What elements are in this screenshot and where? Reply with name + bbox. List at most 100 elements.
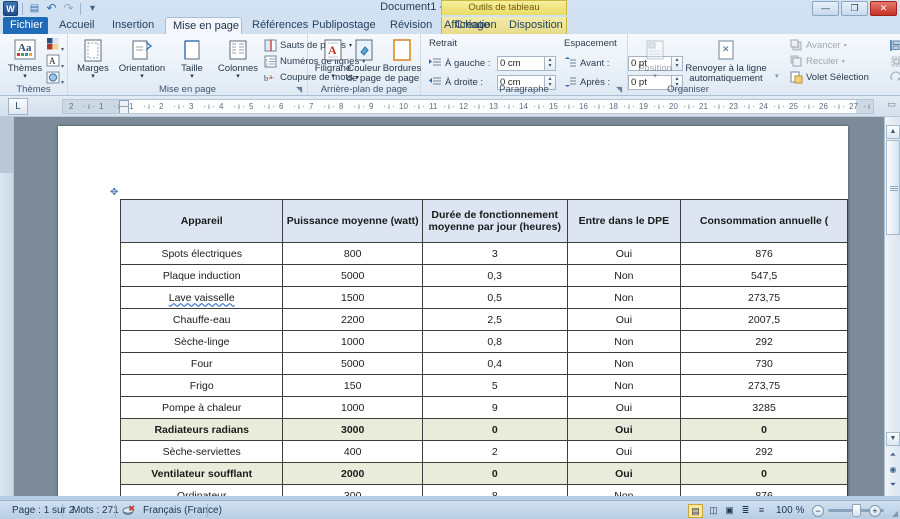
scroll-thumb[interactable] <box>886 140 900 235</box>
table-cell[interactable]: Oui <box>566 462 682 485</box>
close-button[interactable]: ✕ <box>870 1 897 16</box>
table-cell[interactable]: Four <box>119 352 284 375</box>
restore-button[interactable]: ❐ <box>841 1 868 16</box>
table-cell[interactable]: Spots électriques <box>119 242 284 265</box>
col-header-dpe[interactable]: Entre dans le DPE <box>566 199 682 243</box>
table-cell[interactable]: Plaque induction <box>119 264 284 287</box>
table-cell[interactable]: 0 <box>421 418 568 441</box>
col-header-consommation[interactable]: Consommation annuelle ( <box>680 199 848 243</box>
table-row[interactable]: Chauffe-eau 2200 2,5 Oui 2007,5 <box>119 308 848 331</box>
theme-colors-button[interactable]: ▾ <box>46 37 64 54</box>
table-cell[interactable]: 5000 <box>282 352 423 375</box>
table-row[interactable]: Ordinateur 300 8 Non 876 <box>119 484 848 496</box>
table-cell[interactable]: Oui <box>566 440 682 463</box>
table-cell[interactable]: 0 <box>680 418 848 441</box>
table-cell[interactable]: 3 <box>421 242 568 265</box>
table-row[interactable]: Ventilateur soufflant 2000 0 Oui 0 <box>119 462 848 485</box>
theme-fonts-button[interactable]: A ▾ <box>46 54 64 71</box>
hanging-indent-marker[interactable] <box>119 106 129 113</box>
align-button[interactable]: Aligner ▾ <box>890 39 900 52</box>
table-row[interactable]: Radiateurs radians 3000 0 Oui 0 <box>119 418 848 441</box>
view-web-layout-button[interactable]: ▣ <box>722 504 737 518</box>
table-cell[interactable]: Lave vaisselle <box>119 286 284 309</box>
table-cell[interactable]: Oui <box>566 308 682 331</box>
col-header-puissance[interactable]: Puissance moyenne (watt) <box>282 199 423 243</box>
table-row[interactable]: Sèche-serviettes 400 2 Oui 292 <box>119 440 848 463</box>
margins-button[interactable]: Marges ▾ <box>70 36 116 80</box>
table-row[interactable]: Frigo 150 5 Non 273,75 <box>119 374 848 397</box>
table-row[interactable]: Sèche-linge 1000 0,8 Non 292 <box>119 330 848 353</box>
position-button[interactable]: Position ▾ <box>632 36 678 80</box>
page-setup-dialog-launcher[interactable]: ◥ <box>296 85 305 94</box>
table-cell[interactable]: 300 <box>282 484 423 496</box>
table-cell[interactable]: 547,5 <box>680 264 848 287</box>
table-cell[interactable]: Ordinateur <box>119 484 284 496</box>
proofing-errors-icon[interactable] <box>122 504 136 517</box>
table-cell[interactable]: Oui <box>566 396 682 419</box>
table-cell[interactable]: Ventilateur soufflant <box>119 462 284 485</box>
indent-left-input[interactable] <box>497 56 545 71</box>
scroll-up-button[interactable]: ▲ <box>886 125 900 139</box>
zoom-in-button[interactable]: + <box>869 505 881 517</box>
table-cell[interactable]: 2007,5 <box>680 308 848 331</box>
table-cell[interactable]: Oui <box>566 242 682 265</box>
bring-forward-button[interactable]: Avancer ▾ <box>790 39 847 52</box>
table-cell[interactable]: 0,8 <box>421 330 568 353</box>
tab-stop-selector[interactable]: L <box>8 98 28 115</box>
col-header-duree[interactable]: Durée de fonctionnement moyenne par jour… <box>421 199 568 243</box>
table-cell[interactable]: 400 <box>282 440 423 463</box>
table-cell[interactable]: 273,75 <box>680 374 848 397</box>
send-backward-button[interactable]: Reculer ▾ <box>790 55 845 68</box>
table-cell[interactable]: 1000 <box>282 396 423 419</box>
table-cell[interactable]: 3285 <box>680 396 848 419</box>
table-cell[interactable]: 876 <box>680 242 848 265</box>
horizontal-ruler[interactable]: 2 · ı · 1 · ı · 1 · ı · 2 · ı · 3 · ı · 4 · ı · 5 · ı… <box>62 99 874 114</box>
resize-grip-icon[interactable]: ◢ <box>892 509 898 518</box>
table-cell[interactable]: 273,75 <box>680 286 848 309</box>
tab-accueil[interactable]: Accueil <box>52 17 101 34</box>
themes-chevron-down-icon[interactable]: ▾ <box>2 73 48 80</box>
table-cell[interactable]: 0,3 <box>421 264 568 287</box>
table-cell[interactable]: 2 <box>421 440 568 463</box>
table-cell[interactable]: 2,5 <box>421 308 568 331</box>
col-header-appareil[interactable]: Appareil <box>119 199 284 243</box>
document-page[interactable]: ✥ Appareil Puissance moyenne (watt) Duré… <box>58 126 848 496</box>
table-cell[interactable]: 0,4 <box>421 352 568 375</box>
table-cell[interactable]: 150 <box>282 374 423 397</box>
size-chevron-down-icon[interactable]: ▾ <box>169 73 215 80</box>
tab-mise-en-page[interactable]: Mise en page <box>165 17 242 34</box>
tab-revision[interactable]: Révision <box>383 17 439 34</box>
rotate-button[interactable]: Rotation ▾ <box>890 71 900 84</box>
scroll-down-button[interactable]: ▼ <box>886 432 900 446</box>
status-page[interactable]: Page : 1 sur 2 <box>12 504 74 517</box>
zoom-out-button[interactable]: − <box>812 505 824 517</box>
table-cell[interactable]: 5000 <box>282 264 423 287</box>
size-button[interactable]: Taille ▾ <box>169 36 215 80</box>
table-cell[interactable]: Non <box>566 286 682 309</box>
table-row[interactable]: Spots électriques 800 3 Oui 876 <box>119 242 848 265</box>
table-row[interactable]: Four 5000 0,4 Non 730 <box>119 352 848 375</box>
columns-chevron-down-icon[interactable]: ▾ <box>215 73 261 80</box>
table-row[interactable]: Pompe à chaleur 1000 9 Oui 3285 <box>119 396 848 419</box>
selection-pane-button[interactable]: Volet Sélection <box>790 71 869 84</box>
table-cell[interactable]: Chauffe-eau <box>119 308 284 331</box>
table-cell[interactable]: Non <box>566 330 682 353</box>
table-row[interactable]: Plaque induction 5000 0,3 Non 547,5 <box>119 264 848 287</box>
status-language[interactable]: Français (France) <box>143 504 222 517</box>
table-cell[interactable]: 1500 <box>282 286 423 309</box>
table-cell[interactable]: Sèche-serviettes <box>119 440 284 463</box>
table-cell[interactable]: 8 <box>421 484 568 496</box>
table-cell[interactable]: Sèche-linge <box>119 330 284 353</box>
bring-forward-chevron-down-icon[interactable]: ▾ <box>844 42 847 49</box>
table-cell[interactable]: Radiateurs radians <box>119 418 284 441</box>
table-cell[interactable]: 0,5 <box>421 286 568 309</box>
margins-chevron-down-icon[interactable]: ▾ <box>70 73 116 80</box>
minimize-button[interactable]: — <box>812 1 839 16</box>
zoom-level-label[interactable]: 100 % <box>776 504 804 517</box>
table-cell[interactable]: 730 <box>680 352 848 375</box>
table-cell[interactable]: Non <box>566 484 682 496</box>
table-cell[interactable]: 0 <box>680 462 848 485</box>
table-cell[interactable]: 0 <box>421 462 568 485</box>
tab-publipostage[interactable]: Publipostage <box>305 17 383 34</box>
vertical-scrollbar[interactable]: ▲ ▼ ⏶ ◉ ⏷ <box>884 117 900 496</box>
